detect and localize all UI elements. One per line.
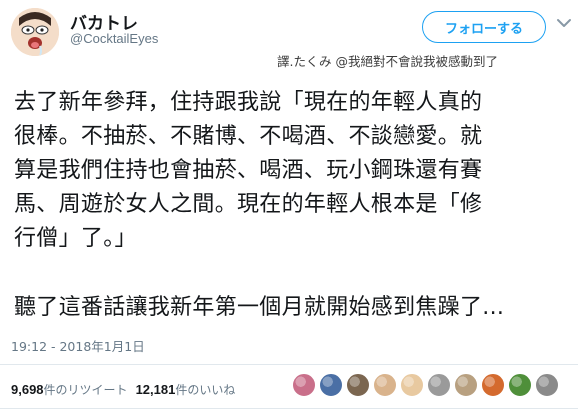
divider xyxy=(0,364,578,365)
divider xyxy=(0,408,578,409)
colorful-illustration-avatar-icon[interactable] xyxy=(292,373,316,397)
tweet-line: 算是我們住持也會抽菸、喝酒、玩小鋼珠還有賽 xyxy=(14,158,483,183)
retweets-label: 件のリツイート xyxy=(43,383,128,397)
likes-count: 12,181 xyxy=(135,382,176,397)
sketch-avatar-icon[interactable] xyxy=(535,373,559,397)
sketch-avatar-icon[interactable] xyxy=(427,373,451,397)
green-character-avatar-icon[interactable] xyxy=(508,373,532,397)
likes-stat[interactable]: 12,181件のいいね xyxy=(135,382,236,397)
cat-avatar-icon[interactable] xyxy=(454,373,478,397)
author-handle[interactable]: @CocktailEyes xyxy=(70,31,158,46)
liker-avatars xyxy=(292,373,559,397)
anime-character-avatar-icon[interactable] xyxy=(319,373,343,397)
tweet-line: 馬、周遊於女人之間。現在的年輕人根本是「修 xyxy=(14,192,483,217)
photo-avatar-icon[interactable] xyxy=(346,373,370,397)
anime-character-avatar-icon[interactable] xyxy=(400,373,424,397)
author-avatar[interactable] xyxy=(11,8,59,56)
drooling-face-avatar-icon xyxy=(11,8,59,56)
tweet-line: 行僧」了。」 xyxy=(14,226,137,251)
retweets-count: 9,698 xyxy=(11,382,44,397)
chevron-down-icon[interactable] xyxy=(556,16,572,30)
tweet-line: 去了新年參拜，住持跟我說「現在的年輕人真的 xyxy=(14,90,483,115)
tweet-timestamp[interactable]: 19:12 - 2018年1月1日 xyxy=(11,336,145,355)
tweet-line: 很棒。不抽菸、不賭博、不喝酒、不談戀愛。就 xyxy=(14,124,483,149)
translation-credit: 譯.たくみ @我絕對不會說我被感動到了 xyxy=(277,54,498,69)
retweets-stat[interactable]: 9,698件のリツイート xyxy=(11,382,128,397)
likes-label: 件のいいね xyxy=(175,383,236,397)
tweet-text: 去了新年參拜，住持跟我說「現在的年輕人真的 很棒。不抽菸、不賭博、不喝酒、不談戀… xyxy=(14,86,566,325)
anime-girl-avatar-icon[interactable] xyxy=(373,373,397,397)
engagement-stats: 9,698件のリツイート 12,181件のいいね xyxy=(11,381,235,398)
follow-button[interactable]: フォローする xyxy=(422,11,546,43)
colorful-illustration-avatar-icon[interactable] xyxy=(481,373,505,397)
tweet-line: 聽了這番話讓我新年第一個月就開始感到焦躁了... xyxy=(14,295,505,320)
